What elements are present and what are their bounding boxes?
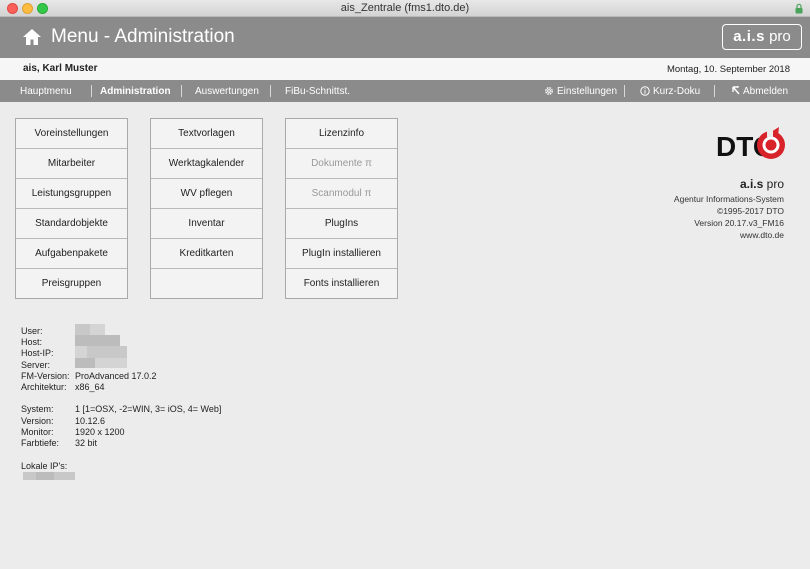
gear-icon [545, 87, 553, 95]
sys-value: 32 bit [75, 437, 98, 448]
sys-value: 1920 x 1200 [75, 426, 125, 437]
menu-separator [181, 85, 182, 97]
button-column-2: Textvorlagen Werktagkalender WV pflegen … [150, 118, 263, 299]
aufgabenpakete-button[interactable]: Aufgabenpakete [16, 239, 127, 269]
plugins-button[interactable]: PlugIns [286, 209, 397, 239]
sys-label: Version: [21, 415, 54, 426]
menu-kurz-doku[interactable]: Kurz-Doku [640, 86, 700, 97]
sys-value: 10.12.6 [75, 415, 106, 426]
product-description: Agentur Informations-System [673, 194, 784, 204]
info-icon [640, 86, 650, 96]
empty-button-slot [151, 269, 262, 299]
logo-bold-text: a.i.s [733, 28, 765, 45]
redacted-pixel [90, 324, 105, 335]
menu-separator [624, 85, 625, 97]
standardobjekte-button[interactable]: Standardobjekte [16, 209, 127, 239]
lock-icon [795, 3, 803, 14]
button-column-3: Lizenzinfo Dokumente π Scanmodul π PlugI… [285, 118, 398, 299]
sys-label: Host-IP: [21, 348, 54, 359]
home-icon[interactable] [22, 27, 42, 47]
product-name: a.i.s pro [674, 178, 784, 190]
wv-pflegen-button[interactable]: WV pflegen [151, 179, 262, 209]
lokale-ips-label: Lokale IP's: [21, 461, 68, 471]
window-title: ais_Zentrale (fms1.dto.de) [340, 2, 470, 14]
redacted-hostip-value [85, 346, 127, 358]
sys-label: System: [21, 404, 54, 415]
inventar-button[interactable]: Inventar [151, 209, 262, 239]
menu-abmelden[interactable]: Abmelden [732, 86, 788, 97]
preisgruppen-button[interactable]: Preisgruppen [16, 269, 127, 299]
sys-label: Server: [21, 359, 51, 370]
page-title: Menu - Administration [51, 26, 235, 47]
current-date: Montag, 10. September 2018 [666, 64, 790, 75]
main-menu-bar: Hauptmenu Administration Auswertungen Fi… [0, 80, 810, 102]
voreinstellungen-button[interactable]: Voreinstellungen [16, 119, 127, 149]
textvorlagen-button[interactable]: Textvorlagen [151, 119, 262, 149]
sys-label: Monitor: [21, 426, 54, 437]
dokumente-button: Dokumente π [286, 149, 397, 179]
scanmodul-button: Scanmodul π [286, 179, 397, 209]
menu-einstellungen-label: Einstellungen [557, 86, 618, 97]
menu-separator [714, 85, 715, 97]
redacted-pixel [75, 346, 87, 358]
sys-label: Host: [21, 337, 43, 348]
user-info-bar: ais, Karl Muster Montag, 10. September 2… [0, 58, 810, 80]
product-name-light: pro [763, 177, 784, 191]
logout-arrow-icon [732, 86, 740, 95]
redacted-host-value [75, 335, 120, 346]
product-copyright: ©1995-2017 DTO [716, 206, 784, 216]
menu-separator [91, 85, 92, 97]
page-header: Menu - Administration a.i.s pro [0, 17, 810, 58]
sys-label: Architektur: [21, 381, 67, 392]
kreditkarten-button[interactable]: Kreditkarten [151, 239, 262, 269]
plugin-installieren-button[interactable]: PlugIn installieren [286, 239, 397, 269]
lizenzinfo-button[interactable]: Lizenzinfo [286, 119, 397, 149]
menu-abmelden-label: Abmelden [743, 86, 789, 97]
logo-light-text: pro [764, 28, 791, 45]
current-user-name: ais, Karl Muster [23, 63, 98, 74]
menu-hauptmenu[interactable]: Hauptmenu [20, 86, 72, 97]
leistungsgruppen-button[interactable]: Leistungsgruppen [16, 179, 127, 209]
menu-fibu-schnittstelle[interactable]: FiBu-Schnittst. [285, 86, 350, 97]
sys-label: Farbtiefe: [21, 437, 60, 448]
product-info: a.i.s pro Agentur Informations-System ©1… [674, 178, 784, 241]
menu-kurz-doku-label: Kurz-Doku [653, 86, 701, 97]
sys-label: FM-Version: [21, 370, 70, 381]
ais-pro-logo: a.i.s pro [722, 24, 802, 50]
menu-einstellungen[interactable]: Einstellungen [544, 86, 617, 97]
sys-label: User: [21, 326, 43, 336]
button-column-1: Voreinstellungen Mitarbeiter Leistungsgr… [15, 118, 128, 299]
dto-logo: DTO [716, 127, 785, 162]
sys-value: 1 [1=OSX, -2=WIN, 3= iOS, 4= Web] [75, 404, 222, 415]
sys-value: ProAdvanced 17.0.2 [75, 370, 157, 381]
redacted-pixel [36, 472, 54, 480]
menu-auswertungen[interactable]: Auswertungen [195, 86, 259, 97]
sys-value: x86_64 [75, 381, 105, 392]
werktagkalender-button[interactable]: Werktagkalender [151, 149, 262, 179]
menu-administration[interactable]: Administration [100, 86, 171, 97]
fonts-installieren-button[interactable]: Fonts installieren [286, 269, 397, 299]
menu-separator [270, 85, 271, 97]
redacted-pixel [95, 358, 127, 368]
product-website-link[interactable]: www.dto.de [674, 229, 784, 241]
mitarbeiter-button[interactable]: Mitarbeiter [16, 149, 127, 179]
product-version: Version 20.17.v3_FM16 [694, 218, 784, 228]
product-name-bold: a.i.s [739, 177, 764, 191]
window-titlebar: ais_Zentrale (fms1.dto.de) [0, 0, 810, 17]
